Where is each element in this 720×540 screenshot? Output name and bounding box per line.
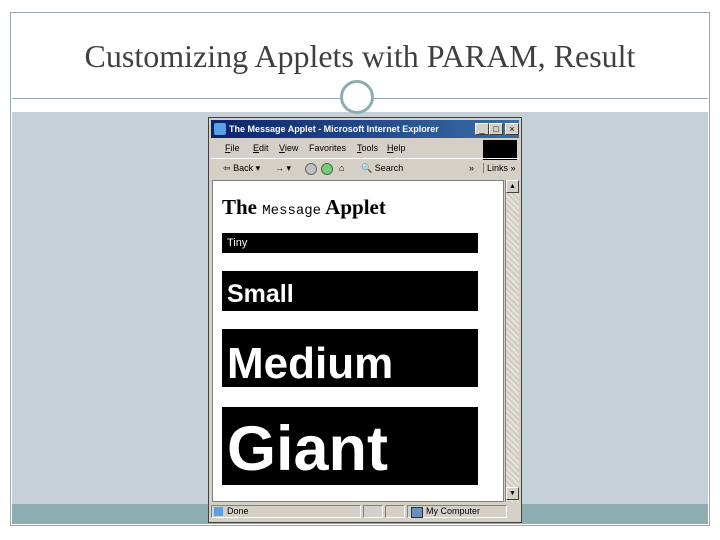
- stop-icon[interactable]: [305, 163, 317, 175]
- scroll-down-icon[interactable]: ▼: [506, 487, 519, 500]
- status-text: Done: [227, 506, 249, 516]
- page-heading: The Message Applet: [222, 195, 386, 220]
- ie-page-icon: [214, 123, 226, 135]
- heading-code: Message: [262, 203, 322, 219]
- applet-label: Giant: [227, 414, 389, 484]
- status-cell-zone: My Computer: [407, 505, 507, 518]
- back-label: Back: [233, 163, 254, 173]
- maximize-button[interactable]: □: [489, 123, 503, 135]
- search-button[interactable]: 🔍 Search: [361, 163, 403, 174]
- status-bar: Done My Computer: [211, 504, 519, 520]
- applet-medium: Medium: [222, 329, 478, 387]
- applet-label: Small: [227, 280, 294, 308]
- back-arrow-icon: ⇦: [223, 163, 231, 173]
- zone-text: My Computer: [426, 506, 481, 516]
- minimize-button[interactable]: _: [475, 123, 489, 135]
- search-label: Search: [374, 163, 404, 173]
- page-viewport: The Message Applet Tiny Small Medium Gia…: [212, 180, 504, 502]
- menu-edit[interactable]: Edit: [253, 143, 269, 153]
- window-title: The Message Applet - Microsoft Internet …: [229, 124, 439, 134]
- heading-applet: Applet: [325, 195, 386, 219]
- ie-page-icon: [214, 507, 223, 516]
- windows-logo-icon: [483, 140, 517, 160]
- menu-file[interactable]: File: [225, 143, 240, 153]
- menu-favorites[interactable]: Favorites: [309, 143, 346, 153]
- applet-giant: Giant: [222, 407, 478, 485]
- browser-window: The Message Applet - Microsoft Internet …: [208, 117, 522, 523]
- status-cell-main: Done: [211, 505, 361, 518]
- home-icon[interactable]: ⌂: [339, 163, 344, 173]
- circle-ornament-icon: [340, 80, 374, 114]
- forward-arrow-icon[interactable]: → ▾: [275, 163, 291, 174]
- heading-the: The: [222, 195, 258, 219]
- title-bar[interactable]: The Message Applet - Microsoft Internet …: [211, 120, 519, 138]
- search-icon: 🔍: [361, 163, 373, 173]
- menu-tools[interactable]: Tools: [357, 143, 378, 153]
- menu-view[interactable]: View: [279, 143, 298, 153]
- scroll-up-icon[interactable]: ▲: [506, 180, 519, 193]
- slide-title: Customizing Applets with PARAM, Result: [84, 38, 636, 74]
- menu-help[interactable]: Help: [387, 143, 406, 153]
- my-computer-icon: [411, 507, 423, 518]
- standard-toolbar: ⇦ Back ▾ → ▾ ⌂ 🔍 Search » Links »: [211, 158, 519, 179]
- status-cell-1: [363, 505, 383, 518]
- vertical-scrollbar[interactable]: ▲ ▼: [505, 180, 519, 502]
- close-button[interactable]: ×: [505, 123, 519, 135]
- back-button[interactable]: ⇦ Back ▾: [223, 163, 260, 174]
- applet-tiny: Tiny: [222, 233, 478, 253]
- links-label: Links: [487, 163, 509, 173]
- refresh-icon[interactable]: [321, 163, 333, 175]
- toolbar-chevron-icon[interactable]: »: [469, 163, 474, 173]
- status-cell-2: [385, 505, 405, 518]
- applet-small: Small: [222, 271, 478, 311]
- applet-label: Tiny: [227, 237, 248, 249]
- applet-label: Medium: [227, 339, 394, 387]
- links-button[interactable]: Links »: [483, 163, 516, 173]
- menu-bar: File Edit View Favorites Tools Help: [211, 140, 519, 158]
